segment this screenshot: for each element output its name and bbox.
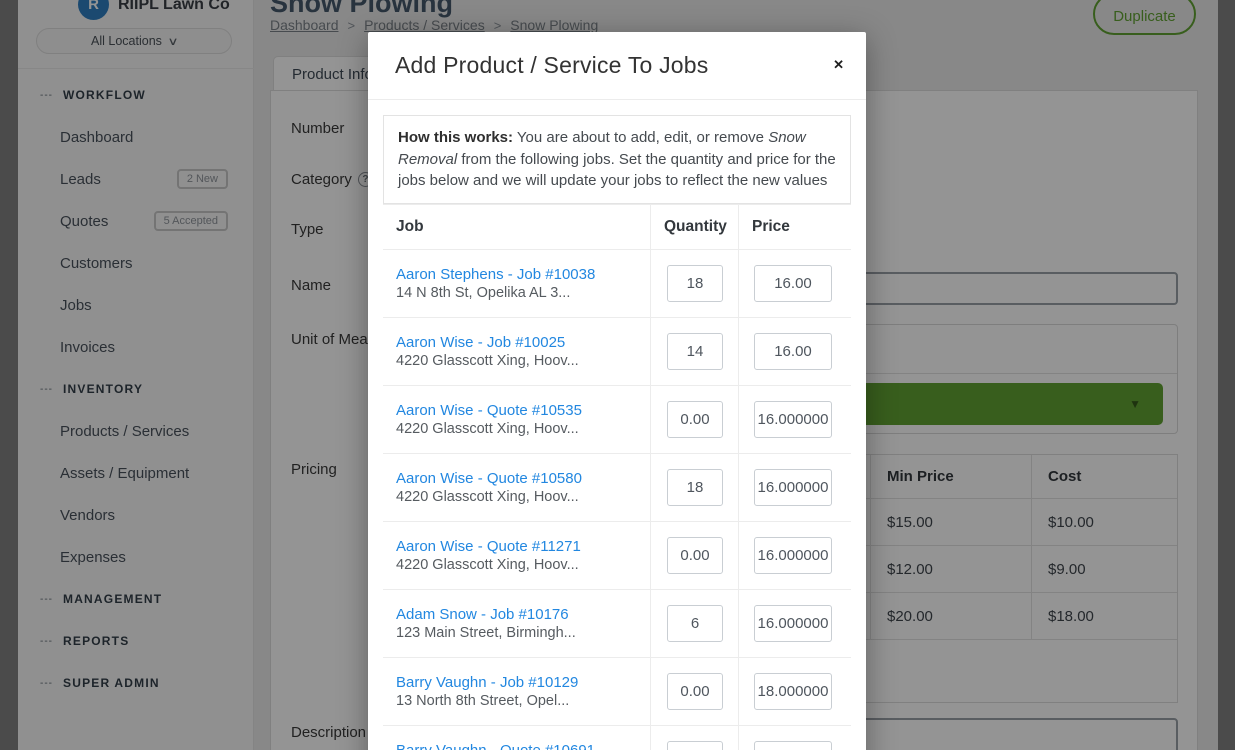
- job-row: Barry Vaughn - Job #10129 13 North 8th St…: [383, 658, 851, 726]
- note-text-1: You are about to add, edit, or remove: [513, 129, 768, 146]
- modal-title: Add Product / Service To Jobs: [395, 52, 708, 79]
- quantity-input[interactable]: [667, 537, 723, 574]
- job-link[interactable]: Adam Snow - Job #10176: [396, 606, 569, 623]
- job-row: Barry Vaughn - Quote #1069113 North 8th …: [383, 726, 851, 750]
- col-quantity: Quantity: [650, 205, 738, 249]
- job-link[interactable]: Barry Vaughn - Job #10129: [396, 674, 578, 691]
- note-strong: How this works:: [398, 129, 513, 146]
- quantity-input[interactable]: [667, 401, 723, 438]
- price-input[interactable]: [754, 605, 832, 642]
- job-address: 4220 Glasscott Xing, Hoov...: [396, 353, 579, 369]
- quantity-input[interactable]: [667, 265, 723, 302]
- quantity-input[interactable]: [667, 333, 723, 370]
- price-input[interactable]: [754, 741, 832, 750]
- quantity-input[interactable]: [667, 673, 723, 710]
- job-link[interactable]: Aaron Wise - Quote #10580: [396, 470, 582, 487]
- job-address: 4220 Glasscott Xing, Hoov...: [396, 421, 579, 437]
- quantity-input[interactable]: [667, 605, 723, 642]
- job-row: Aaron Wise - Quote #10580 4220 Glasscott …: [383, 454, 851, 522]
- job-row: Adam Snow - Job #10176 123 Main Street, B…: [383, 590, 851, 658]
- job-row: Aaron Wise - Job #10025 4220 Glasscott Xi…: [383, 318, 851, 386]
- quantity-input[interactable]: [667, 741, 723, 750]
- job-address: 13 North 8th Street, Opel...: [396, 693, 569, 709]
- job-link[interactable]: Barry Vaughn - Quote #10691: [396, 742, 595, 750]
- price-input[interactable]: [754, 401, 832, 438]
- job-link[interactable]: Aaron Wise - Quote #11271: [396, 538, 581, 555]
- job-link[interactable]: Aaron Stephens - Job #10038: [396, 266, 595, 283]
- job-row: Aaron Wise - Quote #10535 4220 Glasscott …: [383, 386, 851, 454]
- jobs-table: Job Quantity Price Aaron Stephens - Job …: [383, 204, 851, 750]
- note-text-2: from the following jobs. Set the quantit…: [398, 151, 836, 190]
- close-icon[interactable]: ✕: [827, 56, 850, 74]
- job-address: 14 N 8th St, Opelika AL 3...: [396, 285, 570, 301]
- modal-body: How this works: You are about to add, ed…: [368, 100, 866, 750]
- how-this-works-note: How this works: You are about to add, ed…: [383, 115, 851, 204]
- job-address: 4220 Glasscott Xing, Hoov...: [396, 489, 579, 505]
- price-input[interactable]: [754, 265, 832, 302]
- jobs-table-header: Job Quantity Price: [383, 205, 851, 250]
- job-row: Aaron Stephens - Job #10038 14 N 8th St, …: [383, 250, 851, 318]
- job-address: 123 Main Street, Birmingh...: [396, 625, 576, 641]
- job-address: 4220 Glasscott Xing, Hoov...: [396, 557, 579, 573]
- job-link[interactable]: Aaron Wise - Job #10025: [396, 334, 565, 351]
- job-row: Aaron Wise - Quote #11271 4220 Glasscott …: [383, 522, 851, 590]
- price-input[interactable]: [754, 469, 832, 506]
- col-job: Job: [383, 205, 650, 249]
- price-input[interactable]: [754, 537, 832, 574]
- add-product-service-modal: Add Product / Service To Jobs ✕ How this…: [368, 32, 866, 750]
- price-input[interactable]: [754, 673, 832, 710]
- modal-header: Add Product / Service To Jobs ✕: [368, 32, 866, 100]
- quantity-input[interactable]: [667, 469, 723, 506]
- price-input[interactable]: [754, 333, 832, 370]
- col-price: Price: [738, 205, 851, 249]
- job-link[interactable]: Aaron Wise - Quote #10535: [396, 402, 582, 419]
